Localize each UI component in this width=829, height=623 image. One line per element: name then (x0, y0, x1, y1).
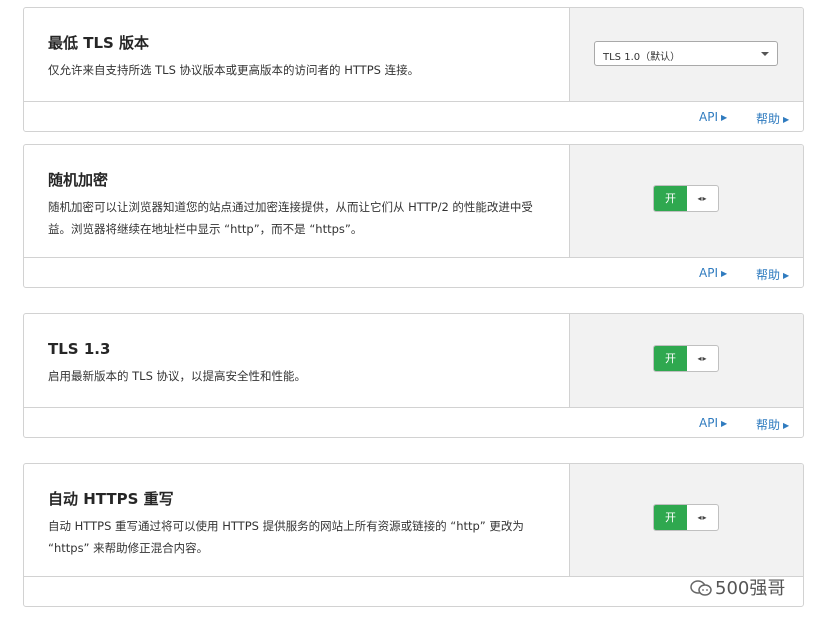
toggle-handle-icon: ◂▸ (697, 194, 708, 203)
card-description: 随机加密可以让浏览器知道您的站点通过加密连接提供，从而让它们从 HTTP/2 的… (48, 200, 533, 236)
auto-https-rewrites-toggle[interactable]: 开 ◂▸ (653, 504, 719, 531)
card-footer: API ▶ 帮助 ▶ (24, 258, 803, 287)
toggle-handle-icon: ◂▸ (697, 513, 708, 522)
card-footer (24, 577, 803, 606)
card-opportunistic-encryption: 随机加密 随机加密可以让浏览器知道您的站点通过加密连接提供，从而让它们从 HTT… (23, 144, 804, 288)
card-main: 随机加密 随机加密可以让浏览器知道您的站点通过加密连接提供，从而让它们从 HTT… (24, 145, 803, 258)
select-value: TLS 1.0（默认） (603, 52, 681, 63)
caret-down-icon (761, 52, 769, 56)
api-link[interactable]: API ▶ (699, 416, 727, 430)
card-footer: API ▶ 帮助 ▶ (24, 102, 803, 131)
card-body: TLS 1.3 启用最新版本的 TLS 协议，以提高安全性和性能。 (48, 339, 543, 387)
card-control-panel: TLS 1.0（默认） (569, 8, 803, 101)
watermark-text: 500强哥 (715, 578, 786, 599)
tls-1-3-toggle[interactable]: 开 ◂▸ (653, 345, 719, 372)
triangle-right-icon: ▶ (783, 115, 790, 124)
api-link-label: API (699, 266, 718, 280)
api-link-label: API (699, 416, 718, 430)
opportunistic-encryption-toggle[interactable]: 开 ◂▸ (653, 185, 719, 212)
triangle-right-icon: ▶ (783, 421, 790, 430)
card-footer: API ▶ 帮助 ▶ (24, 408, 803, 437)
card-title: TLS 1.3 (48, 340, 111, 358)
card-main: TLS 1.3 启用最新版本的 TLS 协议，以提高安全性和性能。 开 ◂▸ (24, 314, 803, 408)
card-main: 自动 HTTPS 重写 自动 HTTPS 重写通过将可以使用 HTTPS 提供服… (24, 464, 803, 577)
help-link[interactable]: 帮助 ▶ (756, 416, 789, 433)
help-link-label: 帮助 (756, 418, 781, 432)
card-control-panel: 开 ◂▸ (569, 314, 803, 407)
help-link[interactable]: 帮助 ▶ (756, 110, 789, 127)
triangle-right-icon: ▶ (783, 271, 790, 280)
card-tls-1-3: TLS 1.3 启用最新版本的 TLS 协议，以提高安全性和性能。 开 ◂▸ A… (23, 313, 804, 438)
card-control-panel: 开 ◂▸ (569, 145, 803, 257)
toggle-on-label: 开 (654, 505, 687, 530)
triangle-right-icon: ▶ (720, 419, 728, 428)
card-title: 自动 HTTPS 重写 (48, 490, 174, 508)
card-body: 最低 TLS 版本 仅允许来自支持所选 TLS 协议版本或更高版本的访问者的 H… (48, 33, 543, 81)
toggle-on-label: 开 (654, 346, 687, 371)
card-description: 仅允许来自支持所选 TLS 协议版本或更高版本的访问者的 HTTPS 连接。 (48, 63, 420, 77)
watermark: 500强哥 (690, 574, 785, 600)
api-link[interactable]: API ▶ (699, 266, 727, 280)
card-auto-https-rewrites: 自动 HTTPS 重写 自动 HTTPS 重写通过将可以使用 HTTPS 提供服… (23, 463, 804, 607)
card-main: 最低 TLS 版本 仅允许来自支持所选 TLS 协议版本或更高版本的访问者的 H… (24, 8, 803, 102)
card-description: 自动 HTTPS 重写通过将可以使用 HTTPS 提供服务的网站上所有资源或链接… (48, 519, 524, 555)
card-title: 最低 TLS 版本 (48, 34, 150, 52)
card-body: 随机加密 随机加密可以让浏览器知道您的站点通过加密连接提供，从而让它们从 HTT… (48, 170, 543, 240)
help-link-label: 帮助 (756, 112, 781, 126)
toggle-handle-icon: ◂▸ (697, 354, 708, 363)
chat-bubble-icon (690, 580, 712, 596)
card-title: 随机加密 (48, 171, 109, 189)
tls-version-select[interactable]: TLS 1.0（默认） (594, 41, 778, 66)
card-min-tls-version: 最低 TLS 版本 仅允许来自支持所选 TLS 协议版本或更高版本的访问者的 H… (23, 7, 804, 132)
api-link[interactable]: API ▶ (699, 110, 727, 124)
card-body: 自动 HTTPS 重写 自动 HTTPS 重写通过将可以使用 HTTPS 提供服… (48, 489, 543, 559)
help-link-label: 帮助 (756, 268, 781, 282)
toggle-on-label: 开 (654, 186, 687, 211)
help-link[interactable]: 帮助 ▶ (756, 266, 789, 283)
triangle-right-icon: ▶ (720, 269, 728, 278)
card-description: 启用最新版本的 TLS 协议，以提高安全性和性能。 (48, 369, 307, 383)
card-control-panel: 开 ◂▸ (569, 464, 803, 576)
triangle-right-icon: ▶ (720, 113, 728, 122)
api-link-label: API (699, 110, 718, 124)
